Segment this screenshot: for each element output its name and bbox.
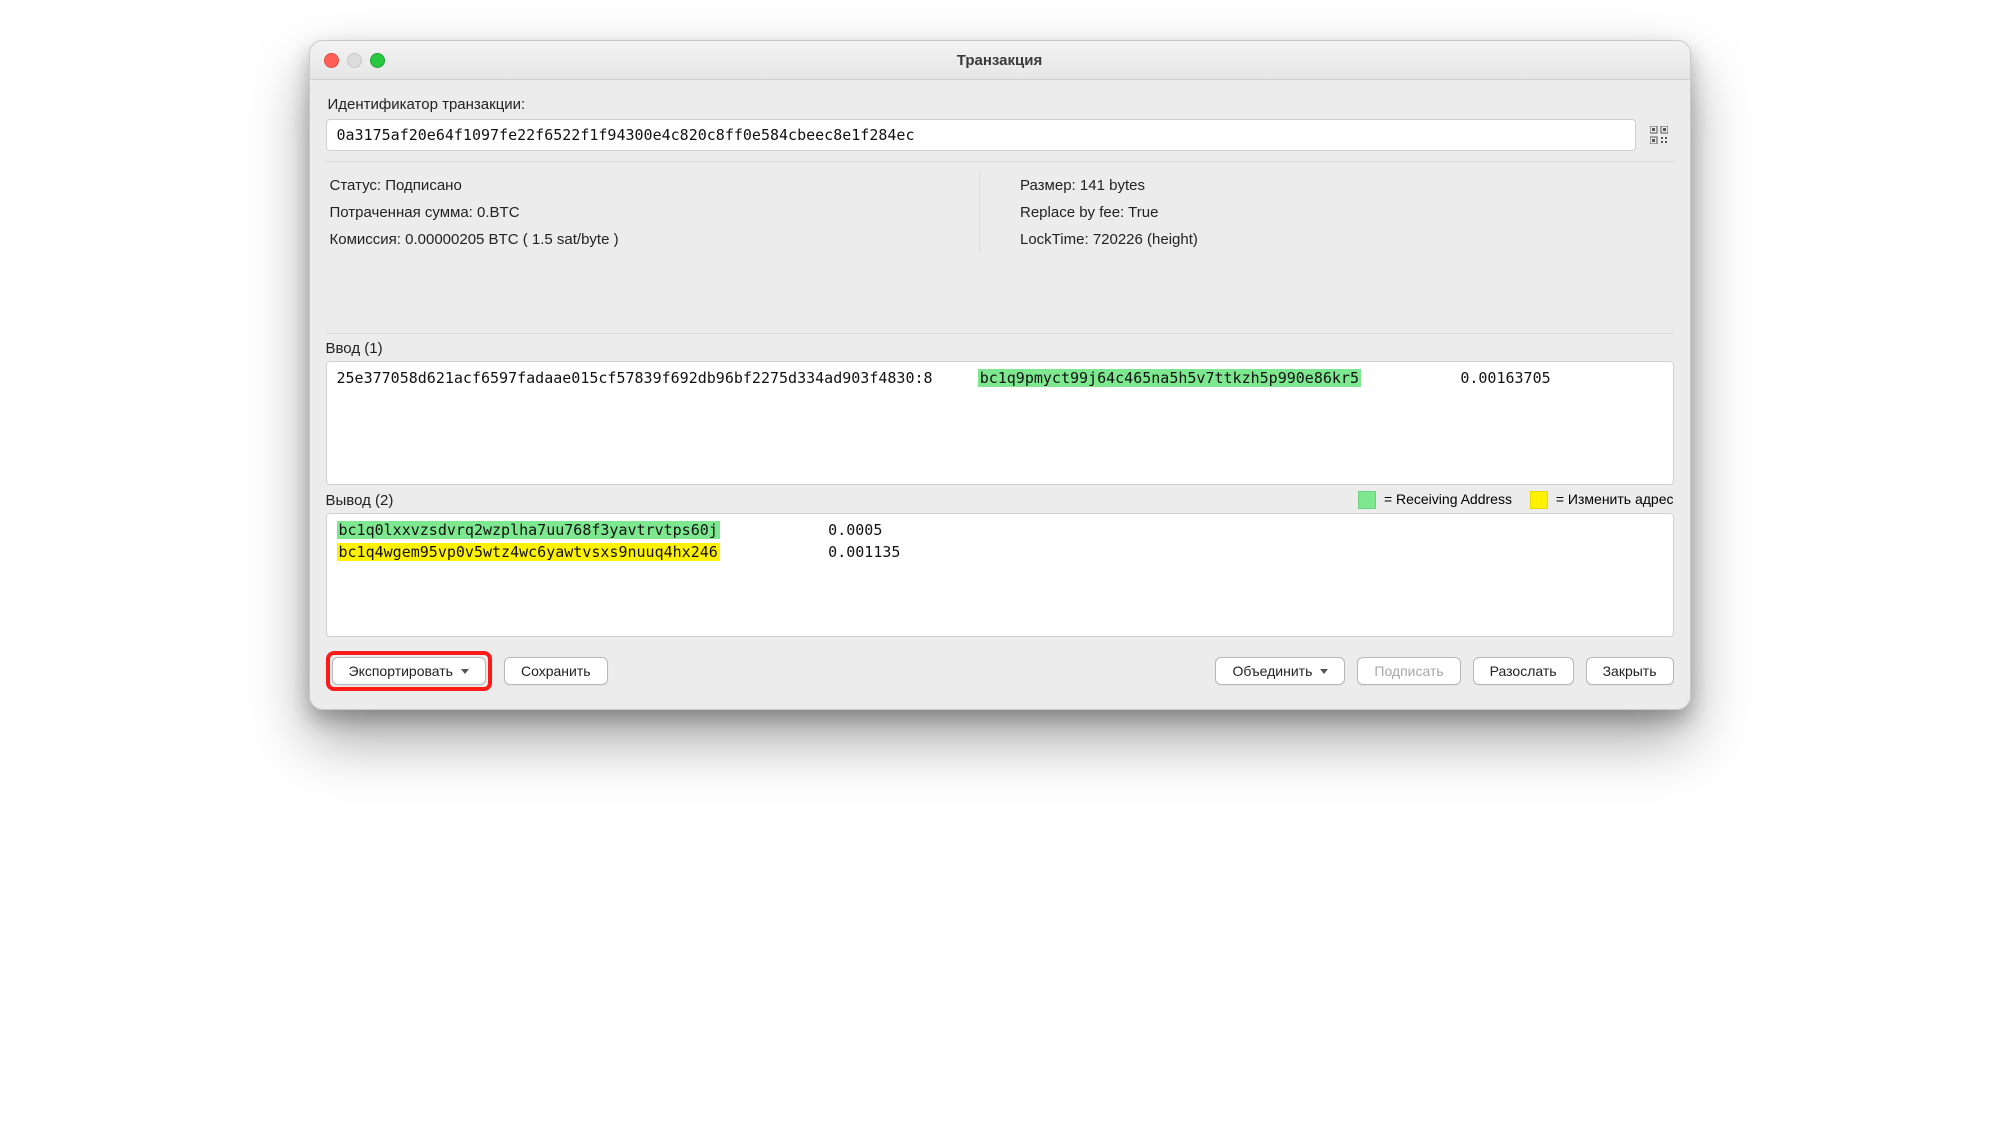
broadcast-button[interactable]: Разослать (1473, 657, 1574, 685)
rbf-label: Replace by fee: (1020, 204, 1124, 221)
fee-label: Комиссия: (330, 231, 401, 248)
titlebar: Транзакция (310, 41, 1690, 80)
transaction-window: Транзакция Идентификатор транзакции: 0a3… (309, 40, 1691, 710)
inputs-title: Ввод (1) (326, 340, 383, 357)
combine-button[interactable]: Объединить (1215, 657, 1345, 685)
fee-row: Комиссия: 0.00000205 BTC ( 1.5 sat/byte … (330, 226, 980, 253)
inputs-list[interactable]: 25e377058d621acf6597fadaae015cf57839f692… (326, 361, 1674, 485)
legend-receiving-swatch (1358, 491, 1376, 509)
outputs-list[interactable]: bc1q0lxxvzsdvrq2wzplha7uu768f3yavtrvtps6… (326, 513, 1674, 637)
legend-receiving-label: = Receiving Address (1384, 491, 1512, 507)
save-button[interactable]: Сохранить (504, 657, 608, 685)
status-label: Статус: (330, 177, 382, 194)
status-row: Статус: Подписано (330, 172, 980, 199)
locktime-label: LockTime: (1020, 231, 1089, 248)
meta-right-column: Размер: 141 bytes Replace by fee: True L… (979, 172, 1670, 253)
close-button[interactable]: Закрыть (1586, 657, 1674, 685)
legend-receiving: = Receiving Address (1358, 491, 1512, 509)
rbf-row: Replace by fee: True (1020, 199, 1670, 226)
legend-change: = Изменить адрес (1530, 491, 1674, 509)
size-row: Размер: 141 bytes (1020, 172, 1670, 199)
export-button-highlight: Экспортировать (326, 651, 492, 691)
export-button[interactable]: Экспортировать (332, 657, 486, 685)
legend-change-label: = Изменить адрес (1556, 491, 1674, 507)
amount-row: Потраченная сумма: 0.BTC (330, 199, 980, 226)
size-label: Размер: (1020, 177, 1076, 194)
sign-button[interactable]: Подписать (1357, 657, 1460, 685)
window-title: Транзакция (310, 52, 1690, 69)
content-area: Идентификатор транзакции: 0a3175af20e64f… (310, 80, 1690, 709)
meta-left-column: Статус: Подписано Потраченная сумма: 0.B… (330, 172, 980, 253)
locktime-value: 720226 (height) (1093, 231, 1198, 248)
locktime-row: LockTime: 720226 (height) (1020, 226, 1670, 253)
status-value: Подписано (385, 177, 462, 194)
txid-field[interactable]: 0a3175af20e64f1097fe22f6522f1f94300e4c82… (326, 119, 1636, 151)
qr-code-icon[interactable] (1644, 119, 1674, 151)
fee-value: 0.00000205 BTC ( 1.5 sat/byte ) (405, 231, 618, 248)
footer-buttons: Экспортировать Сохранить Объединить Подп… (326, 651, 1674, 691)
amount-label: Потраченная сумма: (330, 204, 473, 221)
outputs-title: Вывод (2) (326, 492, 394, 509)
outputs-legend: = Receiving Address = Изменить адрес (1358, 491, 1673, 509)
meta-panel: Статус: Подписано Потраченная сумма: 0.B… (326, 161, 1674, 334)
rbf-value: True (1128, 204, 1158, 221)
legend-change-swatch (1530, 491, 1548, 509)
amount-value: 0.BTC (477, 204, 520, 221)
txid-label: Идентификатор транзакции: (328, 96, 1672, 113)
size-value: 141 bytes (1080, 177, 1145, 194)
